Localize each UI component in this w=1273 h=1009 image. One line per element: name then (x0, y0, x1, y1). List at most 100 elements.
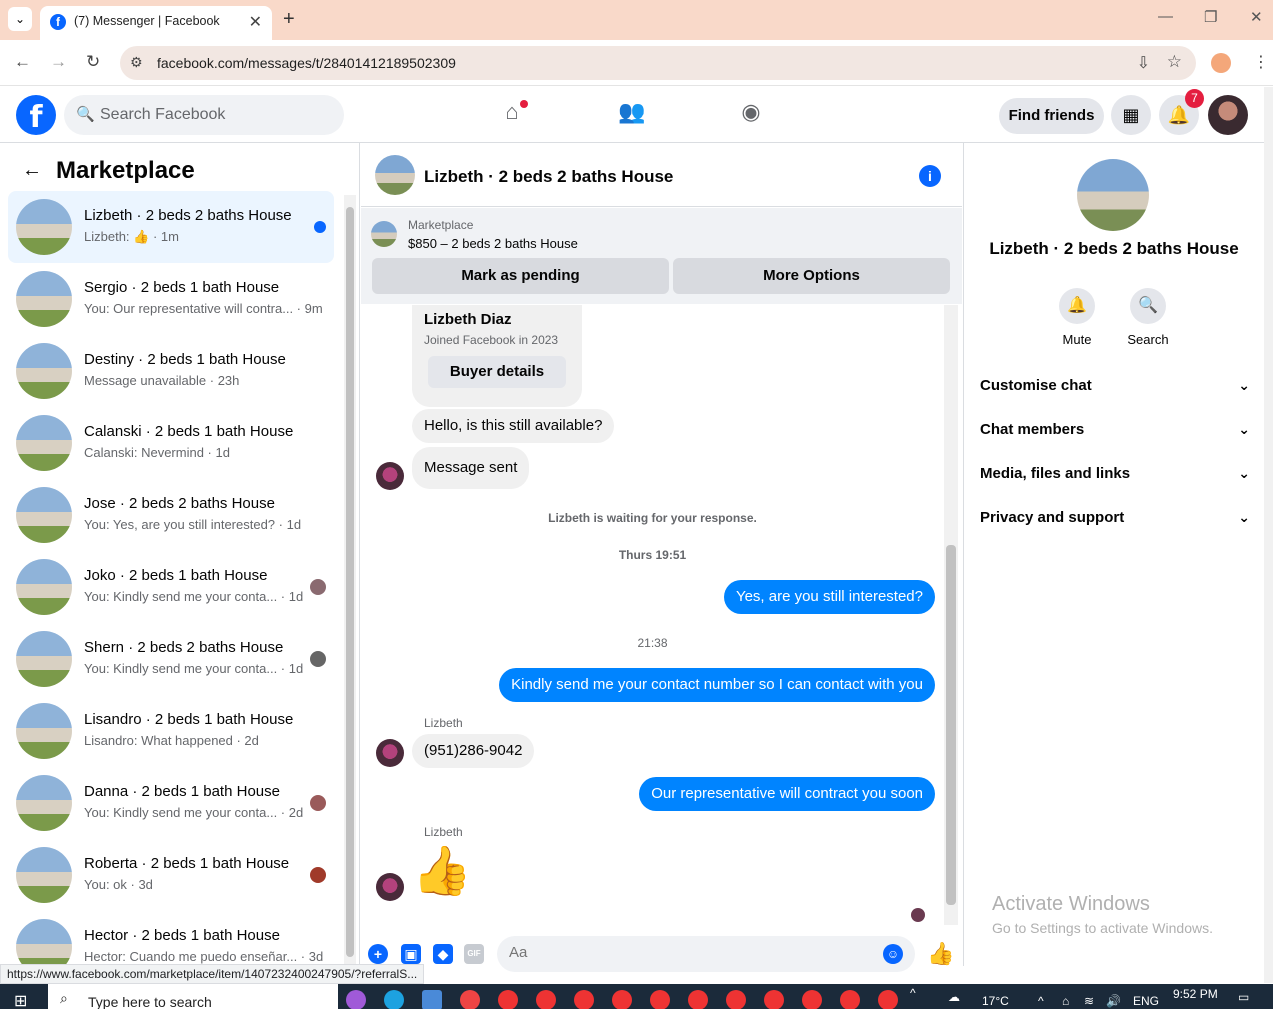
message-scrollbar[interactable] (944, 305, 958, 925)
row-label: Media, files and links (980, 465, 1131, 482)
conversation-item[interactable]: Roberta · 2 beds 1 bath House You: ok · … (8, 839, 334, 911)
message-input[interactable] (509, 944, 869, 961)
install-app-icon[interactable]: ⇩ (1137, 53, 1150, 73)
edge-icon[interactable] (384, 990, 404, 1009)
mute-button[interactable]: 🔔 Mute (1042, 288, 1112, 347)
emoji-icon[interactable]: ☺ (883, 944, 903, 964)
chrome-icon[interactable] (650, 990, 670, 1009)
gif-icon[interactable]: GIF (464, 944, 484, 964)
conversation-item[interactable]: Sergio · 2 beds 1 bath House You: Our re… (8, 263, 334, 335)
notification-center-icon[interactable]: ▭ (1238, 990, 1249, 1004)
more-options-button[interactable]: More Options (673, 258, 950, 294)
conversation-title: Danna · 2 beds 1 bath House (84, 783, 280, 800)
info-icon[interactable]: i (919, 165, 941, 187)
conversation-title: Joko · 2 beds 1 bath House (84, 567, 268, 584)
taskbar-search[interactable]: ⌕ Type here to search (48, 984, 338, 1009)
conversation-item[interactable]: Joko · 2 beds 1 bath House You: Kindly s… (8, 551, 334, 623)
conversation-item[interactable]: Lizbeth · 2 beds 2 baths House Lizbeth: … (8, 191, 334, 263)
network-icon[interactable]: ⌂ (1062, 994, 1069, 1008)
new-tab-icon[interactable]: + (283, 8, 295, 31)
tab-search-button[interactable]: ⌄ (8, 7, 32, 31)
row-label: Privacy and support (980, 509, 1125, 526)
chrome-icon[interactable] (498, 990, 518, 1009)
reload-icon[interactable]: ↻ (86, 52, 100, 72)
conversation-item[interactable]: Danna · 2 beds 1 bath House You: Kindly … (8, 767, 334, 839)
chrome-icon[interactable] (688, 990, 708, 1009)
bookmark-star-icon[interactable]: ☆ (1167, 52, 1182, 72)
listing-banner: Marketplace $850 – 2 beds 2 baths House … (361, 208, 962, 304)
omnibox[interactable]: ⚙ facebook.com/messages/t/28401412189502… (120, 46, 1196, 80)
show-hidden-icons-icon[interactable]: ^ (910, 986, 916, 1000)
sender-avatar[interactable] (376, 739, 404, 767)
mark-pending-button[interactable]: Mark as pending (372, 258, 669, 294)
chrome-icon[interactable] (574, 990, 594, 1009)
chat-members-row[interactable]: Chat members ⌄ (980, 421, 1250, 451)
menu-grid-icon[interactable]: ▦ (1111, 95, 1151, 135)
app-icon[interactable] (460, 990, 480, 1009)
groups-icon[interactable]: ◉ (736, 99, 766, 129)
file-icon[interactable] (422, 990, 442, 1009)
gallery-icon[interactable]: ▣ (401, 944, 421, 964)
listing-avatar[interactable] (1077, 159, 1149, 231)
temperature[interactable]: 17°C (982, 994, 1009, 1008)
privacy-support-row[interactable]: Privacy and support ⌄ (980, 509, 1250, 539)
customise-chat-row[interactable]: Customise chat ⌄ (980, 377, 1250, 407)
language-indicator[interactable]: ENG (1133, 994, 1159, 1008)
forward-icon[interactable]: → (50, 52, 67, 72)
account-avatar[interactable] (1208, 95, 1248, 135)
conversation-title: Hector · 2 beds 1 bath House (84, 927, 280, 944)
volume-icon[interactable]: 🔊 (1106, 994, 1121, 1008)
back-arrow-icon[interactable]: ← (22, 159, 42, 182)
conversation-item[interactable]: Lisandro · 2 beds 1 bath House Lisandro:… (8, 695, 334, 767)
media-files-row[interactable]: Media, files and links ⌄ (980, 465, 1250, 495)
chevron-down-icon: ⌄ (1238, 465, 1250, 481)
plus-icon[interactable]: + (368, 944, 388, 964)
chat-avatar[interactable] (375, 155, 415, 195)
tray-chevron-icon[interactable]: ^ (1038, 994, 1044, 1008)
chrome-icon[interactable] (536, 990, 556, 1009)
wifi-icon[interactable]: ≋ (1084, 994, 1094, 1008)
send-like-icon[interactable]: 👍 (927, 941, 954, 967)
browser-tab[interactable]: f (7) Messenger | Facebook ✕ (40, 6, 272, 40)
conversation-item[interactable]: Destiny · 2 beds 1 bath House Message un… (8, 335, 334, 407)
chrome-icon[interactable] (764, 990, 784, 1009)
chrome-icon[interactable] (840, 990, 860, 1009)
sticker-icon[interactable]: ◆ (433, 944, 453, 964)
listing-price[interactable]: $850 – 2 beds 2 baths House (408, 236, 578, 251)
conversation-item[interactable]: Jose · 2 beds 2 baths House You: Yes, ar… (8, 479, 334, 551)
watermark-line2: Go to Settings to activate Windows. (992, 920, 1213, 936)
facebook-logo-icon[interactable]: f (16, 95, 56, 135)
url-text[interactable]: facebook.com/messages/t/2840141218950230… (157, 55, 456, 71)
facebook-search[interactable]: 🔍 Search Facebook (64, 95, 344, 135)
buyer-details-button[interactable]: Buyer details (428, 356, 566, 388)
sender-avatar[interactable] (376, 873, 404, 901)
copilot-icon[interactable] (346, 990, 366, 1009)
site-info-icon[interactable]: ⚙ (130, 54, 143, 71)
conversation-item[interactable]: Shern · 2 beds 2 baths House You: Kindly… (8, 623, 334, 695)
chrome-icon[interactable] (802, 990, 822, 1009)
close-tab-icon[interactable]: ✕ (249, 12, 262, 32)
weather-icon[interactable]: ☁ (948, 990, 960, 1004)
chrome-icon[interactable] (726, 990, 746, 1009)
find-friends-button[interactable]: Find friends (999, 98, 1104, 134)
sender-avatar[interactable] (376, 462, 404, 490)
chrome-icon[interactable] (612, 990, 632, 1009)
back-icon[interactable]: ← (14, 52, 31, 72)
conversation-item[interactable]: Hector · 2 beds 1 bath House Hector: Cua… (8, 911, 334, 966)
windows-start-icon[interactable]: ⊞ (14, 991, 27, 1009)
restore-icon[interactable]: ❐ (1204, 8, 1217, 26)
friends-icon[interactable]: 👥 (617, 99, 647, 129)
page-scrollbar[interactable] (1264, 87, 1273, 983)
chrome-icon[interactable] (878, 990, 898, 1009)
minimize-icon[interactable]: — (1158, 8, 1173, 25)
message-input-box[interactable]: ☺ (497, 936, 915, 972)
search-button[interactable]: 🔍 Search (1113, 288, 1183, 347)
chat-info-panel: Lizbeth · 2 beds 2 baths House 🔔 Mute 🔍 … (963, 143, 1264, 966)
conversation-item[interactable]: Calanski · 2 beds 1 bath House Calanski:… (8, 407, 334, 479)
browser-profile-icon[interactable] (1211, 53, 1231, 73)
sidebar-scrollbar[interactable] (344, 195, 356, 965)
clock-time[interactable]: 9:52 PM (1173, 987, 1218, 1001)
chat-title[interactable]: Lizbeth · 2 beds 2 baths House (424, 167, 673, 187)
browser-menu-icon[interactable]: ⋮ (1253, 52, 1269, 72)
close-window-icon[interactable]: ✕ (1250, 8, 1263, 26)
